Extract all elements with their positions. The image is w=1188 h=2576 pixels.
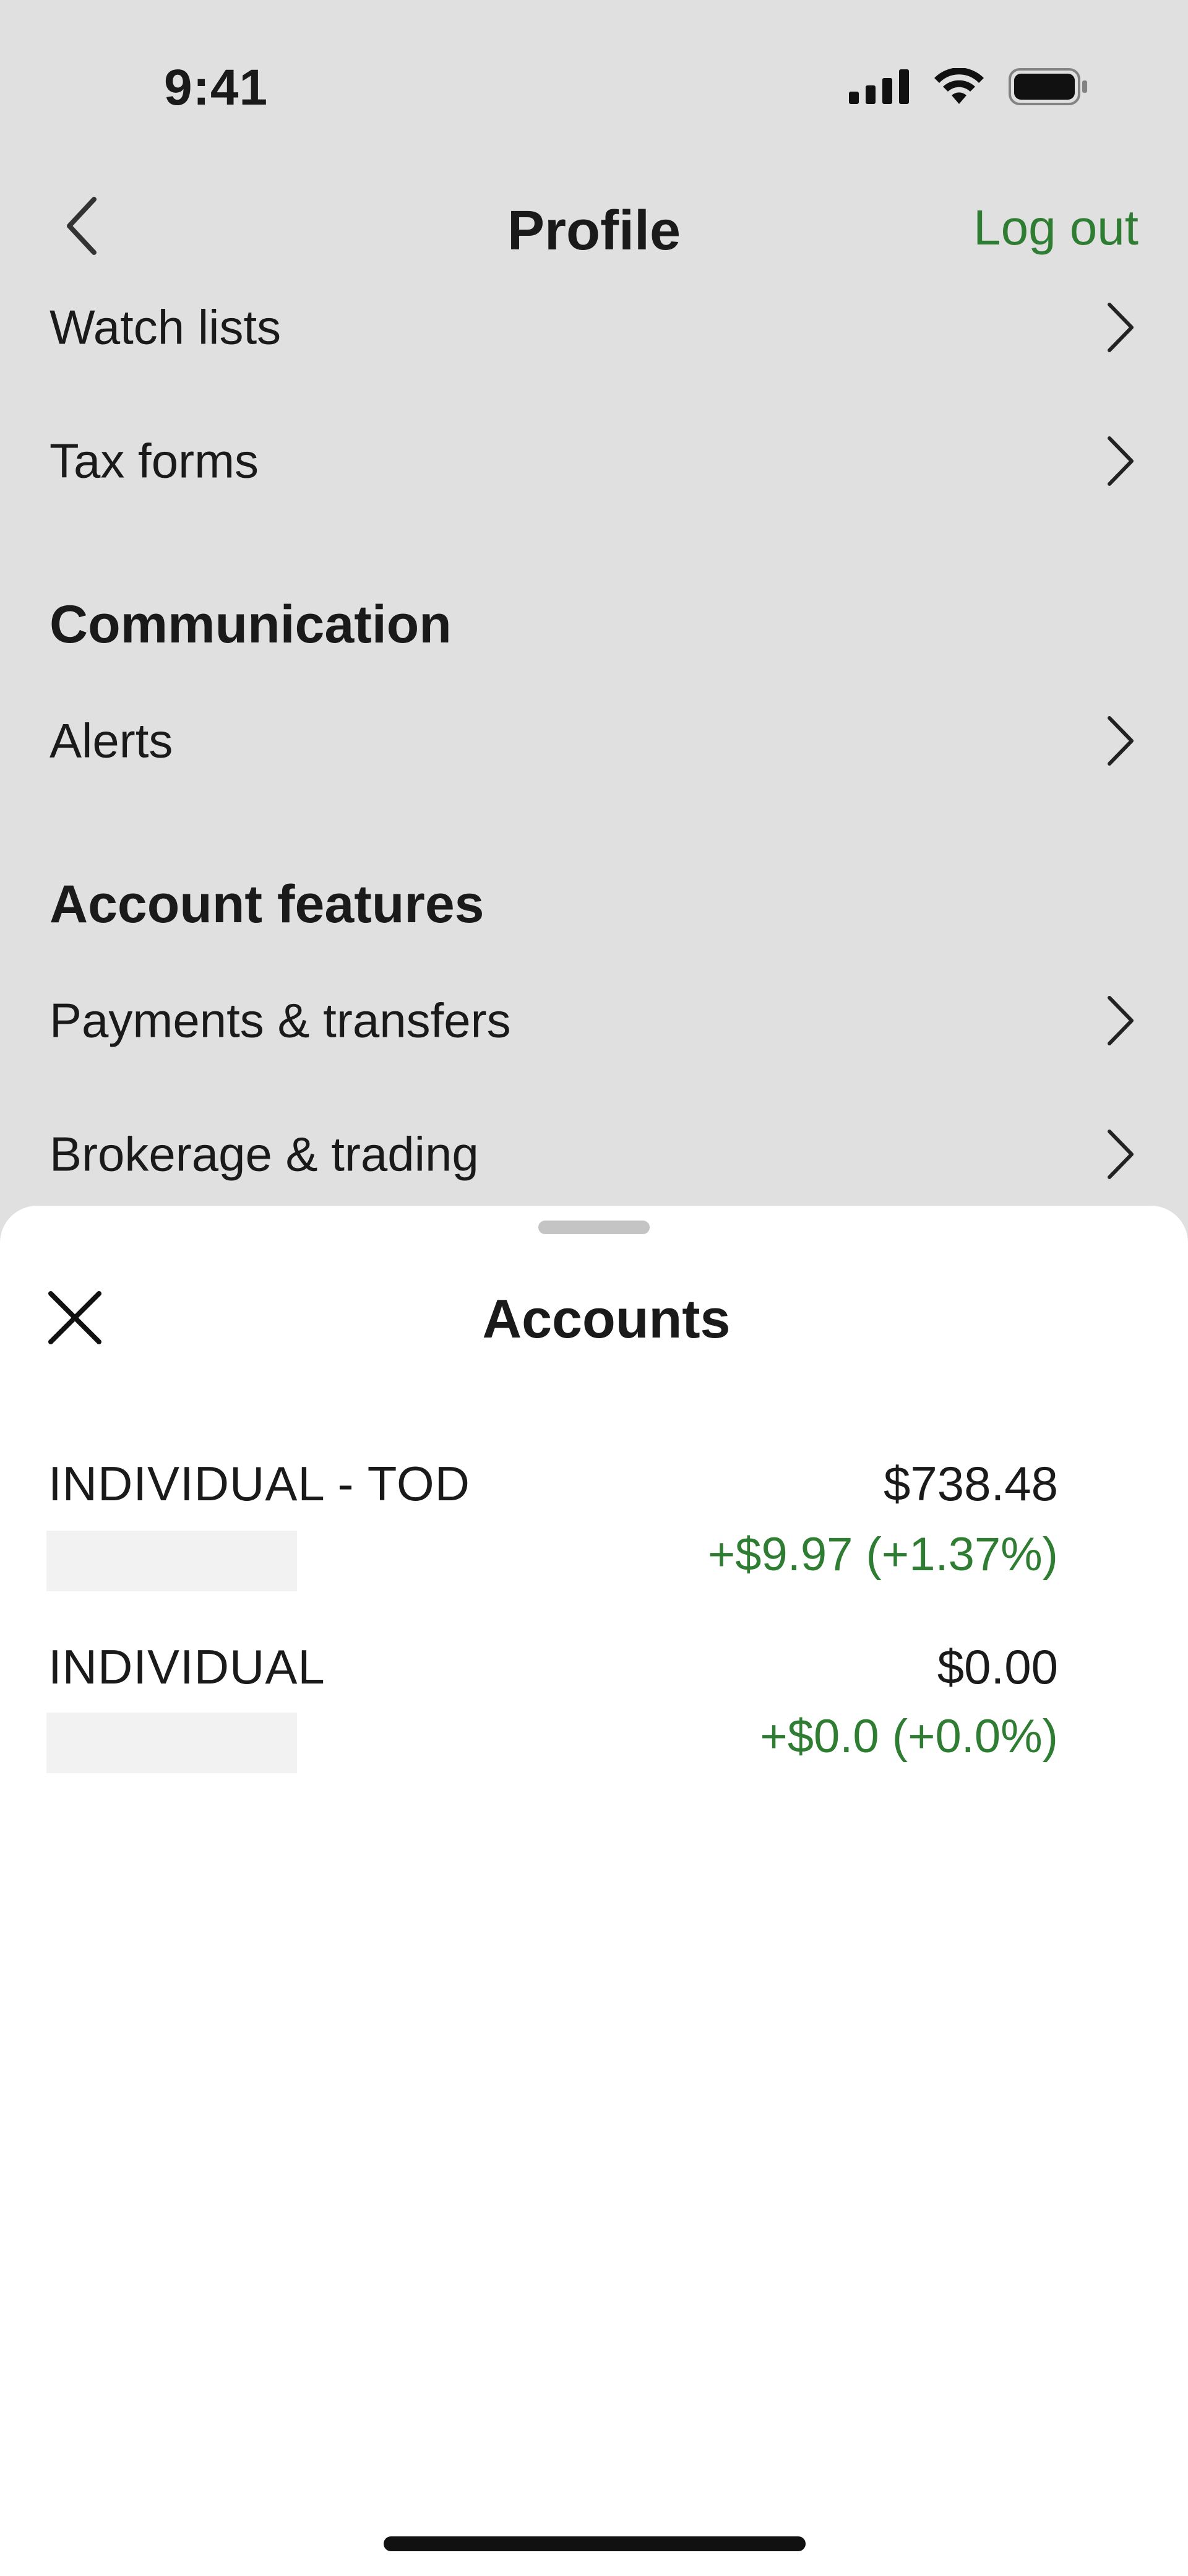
list-item-label: Watch lists (50, 300, 282, 355)
list-item-payments-transfers[interactable]: Payments & transfers (0, 974, 1188, 1067)
section-heading-communication: Communication (50, 595, 452, 654)
list-item-label: Tax forms (50, 433, 259, 488)
home-indicator[interactable] (384, 2536, 806, 2551)
account-balance: $0.00 (937, 1640, 1058, 1694)
chevron-right-icon (1108, 436, 1134, 486)
list-item-label: Alerts (50, 713, 173, 768)
section-heading-account-features: Account features (50, 875, 484, 934)
redacted-account-number (46, 1713, 297, 1773)
redacted-account-number (46, 1531, 297, 1591)
list-item-brokerage-trading[interactable]: Brokerage & trading (0, 1108, 1188, 1201)
battery-icon (1009, 68, 1087, 105)
chevron-right-icon (1108, 996, 1134, 1045)
wifi-icon (934, 68, 984, 104)
list-item-watch-lists[interactable]: Watch lists (0, 281, 1188, 374)
status-time: 9:41 (164, 59, 269, 116)
sheet-title: Accounts (482, 1288, 731, 1349)
chevron-right-icon (1108, 303, 1134, 352)
sheet-grabber[interactable] (538, 1221, 650, 1234)
list-item-tax-forms[interactable]: Tax forms (0, 415, 1188, 508)
account-balance: $738.48 (884, 1456, 1058, 1511)
logout-button[interactable]: Log out (973, 199, 1138, 256)
list-item-label: Payments & transfers (50, 993, 511, 1048)
accounts-sheet (0, 1206, 1188, 2576)
list-item-alerts[interactable]: Alerts (0, 694, 1188, 787)
chevron-right-icon (1108, 716, 1134, 766)
chevron-right-icon (1108, 1130, 1134, 1179)
account-name[interactable]: INDIVIDUAL (48, 1639, 325, 1695)
account-change: +$0.0 (+0.0%) (760, 1710, 1058, 1763)
account-name[interactable]: INDIVIDUAL - TOD (48, 1456, 470, 1512)
signal-icon (849, 69, 909, 104)
status-icons (849, 65, 1089, 108)
list-item-label: Brokerage & trading (50, 1126, 479, 1182)
account-change: +$9.97 (+1.37%) (707, 1528, 1058, 1581)
